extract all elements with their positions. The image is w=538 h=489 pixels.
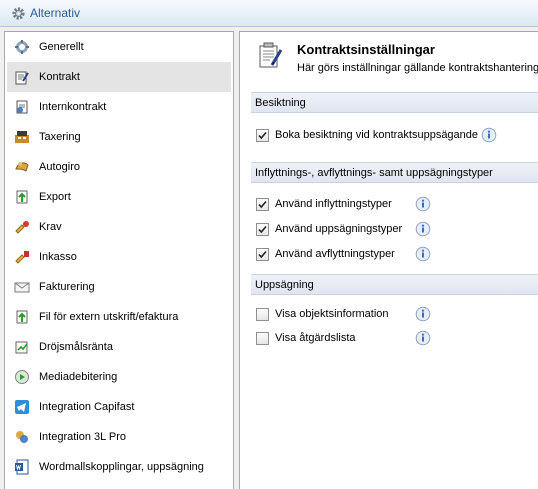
option-visa-objektsinformation[interactable]: Visa objektsinformation — [256, 306, 389, 322]
file-export-icon — [13, 308, 31, 326]
sidebar-item-krav[interactable]: Krav — [7, 212, 231, 242]
section-header-uppsagning: Uppsägning — [251, 274, 538, 295]
option-visa-atgardslista[interactable]: Visa åtgärdslista — [256, 330, 356, 346]
sidebar-item-kontrakt[interactable]: Kontrakt — [7, 62, 231, 92]
sidebar-item-fil-extern-utskrift[interactable]: Fil för extern utskrift/efaktura — [7, 302, 231, 332]
krav-icon — [13, 218, 31, 236]
sidebar-item-export[interactable]: Export — [7, 182, 231, 212]
info-icon[interactable] — [415, 330, 431, 346]
checkbox-boka-besiktning[interactable] — [256, 128, 269, 142]
generic-settings-icon — [13, 38, 31, 56]
checkbox-visa-atgardslista[interactable] — [256, 331, 269, 345]
page-subtitle: Här görs inställningar gällande kontrakt… — [297, 62, 538, 74]
option-boka-besiktning[interactable]: Boka besiktning vid kontraktsuppsägande — [256, 127, 478, 143]
sidebar-item-integration-3l-pro[interactable]: Integration 3L Pro — [7, 422, 231, 452]
contract-icon — [13, 68, 31, 86]
checkbox-anvand-uppsagningstyper[interactable] — [256, 222, 269, 236]
sidebar-item-autogiro[interactable]: Autogiro — [7, 152, 231, 182]
info-icon[interactable] — [415, 246, 431, 262]
sidebar-item-wordmallskopplingar[interactable]: Wordmallskopplingar, uppsägning — [7, 452, 231, 482]
sidebar-item-drojsmalsranta[interactable]: Dröjsmålsränta — [7, 332, 231, 362]
autogiro-icon — [13, 158, 31, 176]
integration-icon — [13, 428, 31, 446]
sidebar-item-generellt[interactable]: Generellt — [7, 32, 231, 62]
page-title: Kontraktsinställningar — [297, 42, 435, 57]
sidebar-item-taxering[interactable]: Taxering — [7, 122, 231, 152]
sidebar-item-inkasso[interactable]: Inkasso — [7, 242, 231, 272]
settings-panel: Kontraktsinställningar Här görs inställn… — [239, 31, 538, 489]
sidebar-item-integration-capifast[interactable]: Integration Capifast — [7, 392, 231, 422]
taxation-icon — [13, 128, 31, 146]
section-header-typer: Inflyttnings-, avflyttnings- samt uppsäg… — [251, 162, 538, 183]
section-header-besiktning: Besiktning — [251, 92, 538, 113]
option-anvand-inflyttningstyper[interactable]: Använd inflyttningstyper — [256, 196, 392, 212]
checkbox-anvand-inflyttningstyper[interactable] — [256, 197, 269, 211]
export-icon — [13, 188, 31, 206]
inkasso-icon — [13, 248, 31, 266]
info-icon[interactable] — [415, 221, 431, 237]
option-anvand-uppsagningstyper[interactable]: Använd uppsägningstyper — [256, 221, 402, 237]
contract-settings-icon — [258, 42, 284, 70]
telegram-icon — [13, 398, 31, 416]
info-icon[interactable] — [415, 306, 431, 322]
media-icon — [13, 368, 31, 386]
checkbox-visa-objektsinformation[interactable] — [256, 307, 269, 321]
sidebar-item-mediadebitering[interactable]: Mediadebitering — [7, 362, 231, 392]
info-icon[interactable] — [481, 127, 497, 143]
interest-icon — [13, 338, 31, 356]
internal-contract-icon — [13, 98, 31, 116]
sidebar-item-fakturering[interactable]: Fakturering — [7, 272, 231, 302]
word-icon — [13, 458, 31, 476]
envelope-icon — [13, 278, 31, 296]
option-anvand-avflyttningstyper[interactable]: Använd avflyttningstyper — [256, 246, 395, 262]
options-sidebar: Generellt Kontrakt Internkontrakt Taxeri… — [4, 31, 234, 489]
info-icon[interactable] — [415, 196, 431, 212]
window-title: Alternativ — [30, 6, 81, 20]
window-titlebar: Alternativ — [0, 0, 538, 27]
sidebar-item-internkontrakt[interactable]: Internkontrakt — [7, 92, 231, 122]
panel-header: Kontraktsinställningar Här görs inställn… — [240, 32, 538, 82]
checkbox-anvand-avflyttningstyper[interactable] — [256, 247, 269, 261]
gear-icon — [10, 5, 26, 21]
